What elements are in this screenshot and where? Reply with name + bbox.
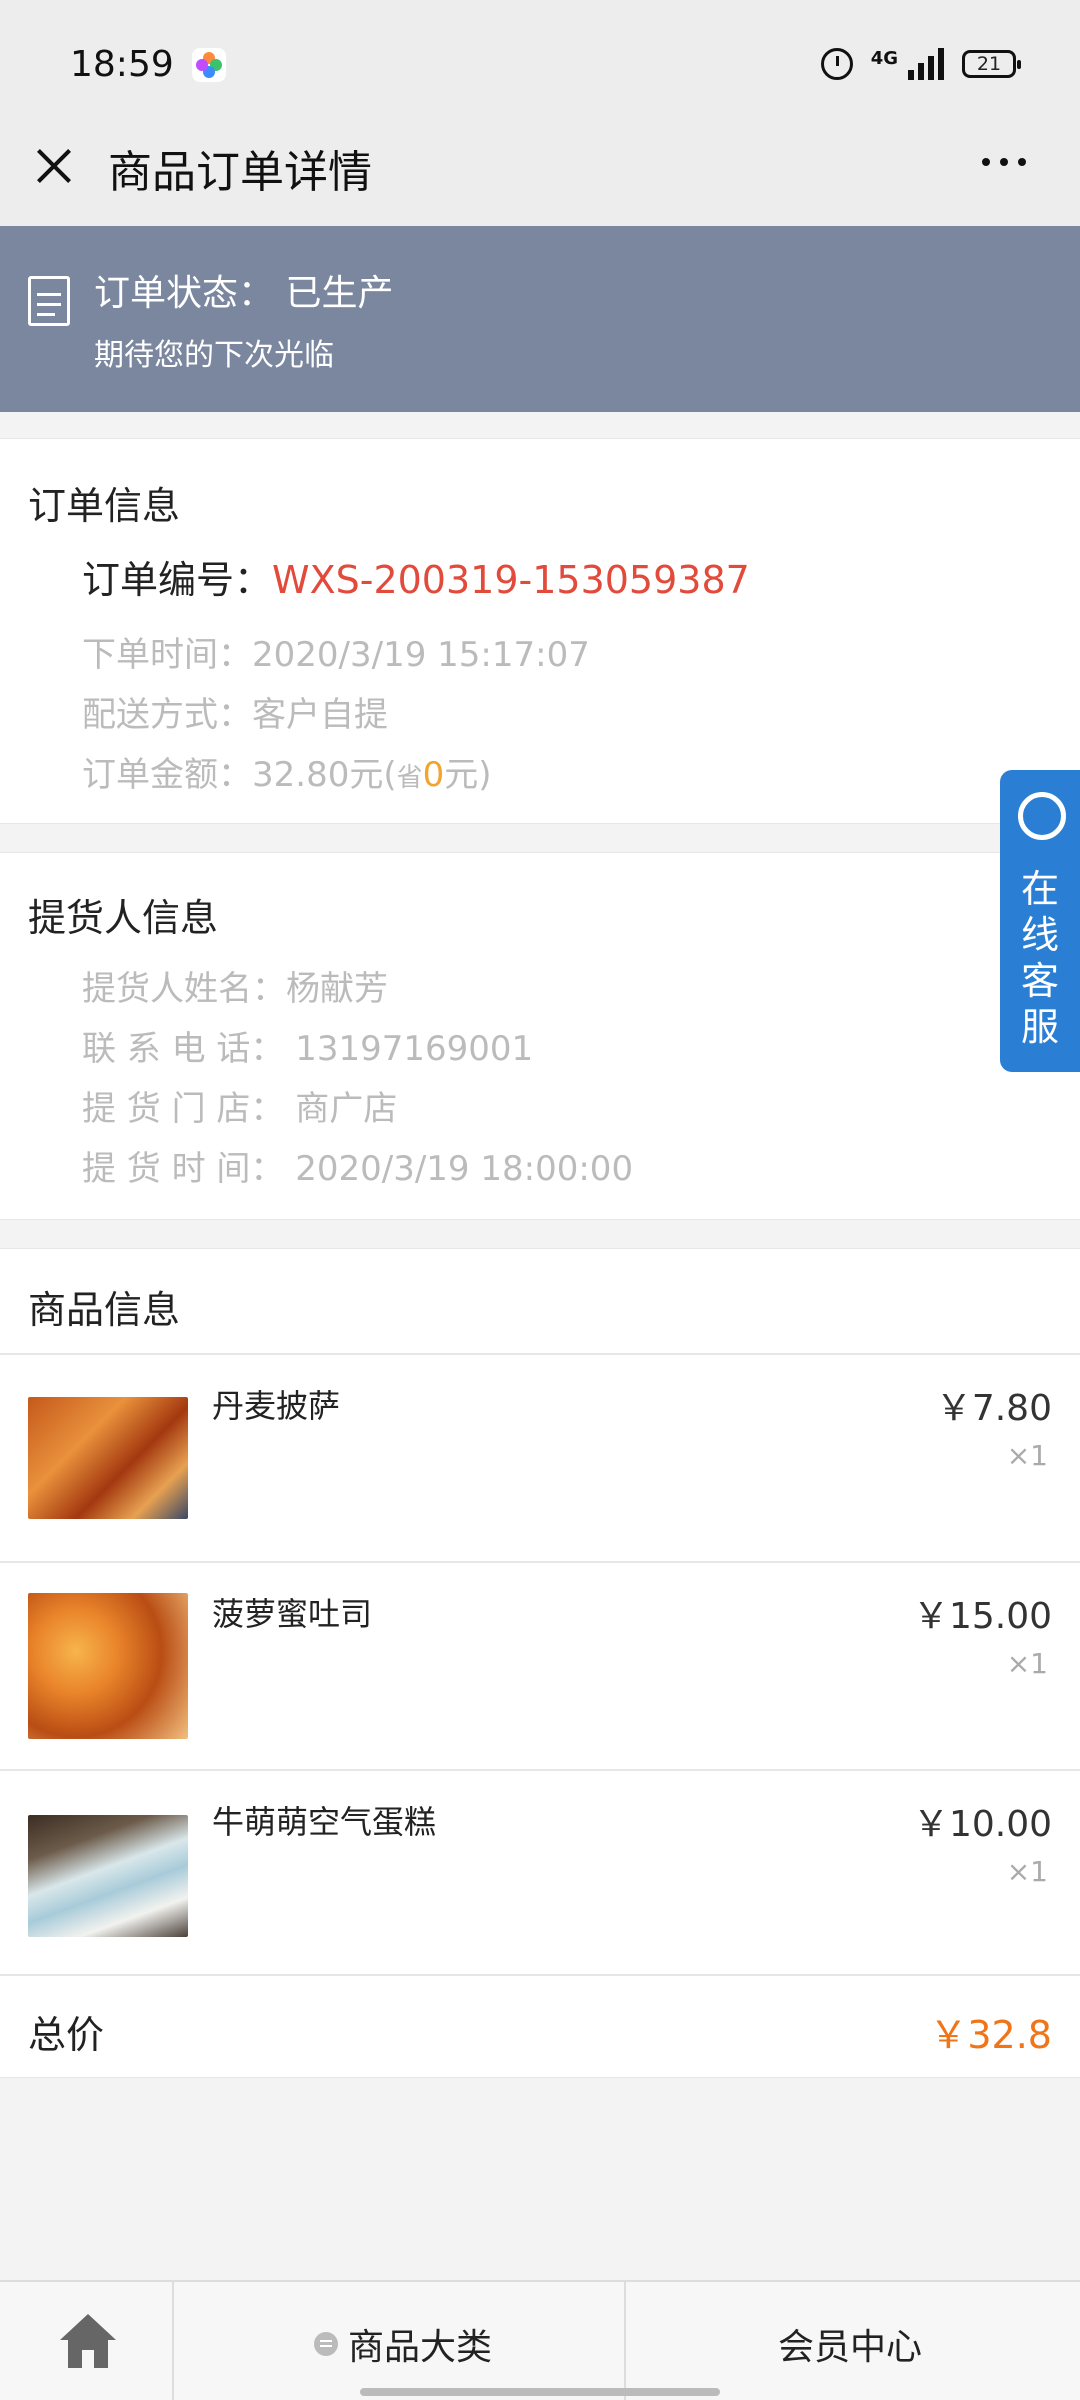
order-info-card: 订单信息 订单编号：WXS-200319-153059387 下单时间：2020… (0, 438, 1080, 824)
product-quantity: ×1 (1006, 1855, 1048, 1888)
order-number-value: WXS-200319-153059387 (272, 558, 750, 602)
more-options-icon[interactable] (982, 158, 1026, 166)
nav-member-label: 会员中心 (778, 2327, 923, 2368)
product-name: 牛萌萌空气蛋糕 (212, 1803, 437, 1841)
nav-home[interactable] (0, 2282, 174, 2400)
product-image (28, 1815, 188, 1937)
order-info-title: 订单信息 (28, 484, 181, 528)
order-amount-text: 订单金额：32.80元( (82, 755, 397, 795)
delivery-method: 配送方式：客户自提 (82, 695, 388, 735)
product-item[interactable]: 丹麦披萨 ￥7.80 ×1 (0, 1353, 1080, 1561)
products-title: 商品信息 (28, 1288, 181, 1332)
order-number-label: 订单编号： (82, 558, 273, 602)
home-icon (58, 2314, 118, 2368)
product-name: 丹麦披萨 (212, 1387, 341, 1425)
battery-icon: 21 (962, 50, 1021, 78)
menu-icon (314, 2332, 338, 2356)
product-image (28, 1593, 188, 1739)
order-time: 下单时间：2020/3/19 15:17:07 (82, 635, 590, 675)
product-item[interactable]: 菠萝蜜吐司 ￥15.00 ×1 (0, 1561, 1080, 1769)
product-price: ￥7.80 (935, 1388, 1052, 1429)
total-bar: 总价 ￥32.8 (0, 1974, 1080, 2078)
pickup-info-card: 提货人信息 提货人姓名：杨献芳 联 系 电 话： 13197169001 提 货… (0, 852, 1080, 1220)
product-item[interactable]: 牛萌萌空气蛋糕 ￥10.00 ×1 (0, 1769, 1080, 1977)
online-service-label: 在线客服 (1020, 867, 1059, 1049)
products-card: 商品信息 丹麦披萨 ￥7.80 ×1 菠萝蜜吐司 ￥15.00 ×1 牛萌萌空气… (0, 1248, 1080, 1974)
saved-amount: 0 (422, 755, 445, 795)
product-price: ￥15.00 (912, 1596, 1052, 1637)
order-number: 订单编号：WXS-200319-153059387 (82, 549, 750, 604)
alarm-icon (820, 48, 853, 80)
order-status-message: 期待您的下次光临 (94, 338, 334, 373)
saved-label: 省 (396, 763, 423, 793)
home-indicator[interactable] (360, 2388, 720, 2396)
pickup-name: 提货人姓名：杨献芳 (82, 969, 388, 1009)
product-image (28, 1397, 188, 1519)
page-title: 商品订单详情 (108, 147, 372, 198)
pickup-info-title: 提货人信息 (28, 896, 219, 940)
headset-icon (1018, 792, 1066, 840)
status-bar: 18:59 4G 21 (0, 0, 1080, 130)
nav-product-categories[interactable]: 商品大类 (174, 2282, 626, 2400)
bottom-nav: 商品大类 会员中心 (0, 2280, 1080, 2400)
total-value: ￥32.8 (929, 2013, 1052, 2057)
order-amount: 订单金额：32.80元(省0元) (82, 747, 492, 796)
pickup-phone[interactable]: 联 系 电 话： 13197169001 (82, 1021, 533, 1070)
status-time: 18:59 (70, 44, 174, 85)
order-status: 订单状态： 已生产 (94, 273, 394, 314)
product-quantity: ×1 (1006, 1439, 1048, 1472)
title-bar: 商品订单详情 (0, 130, 1080, 226)
order-status-banner: 订单状态： 已生产 期待您的下次光临 (0, 226, 1080, 412)
photos-app-icon (192, 48, 226, 82)
close-icon[interactable] (30, 142, 78, 190)
product-price: ￥10.00 (912, 1804, 1052, 1845)
status-icons: 4G 21 (820, 48, 1021, 80)
pickup-store: 提 货 门 店： 商广店 (82, 1089, 398, 1129)
pickup-time: 提 货 时 间： 2020/3/19 18:00:00 (82, 1149, 634, 1189)
nav-member-center[interactable]: 会员中心 (626, 2282, 1080, 2400)
document-icon (28, 276, 70, 326)
saved-suffix: 元) (444, 755, 492, 795)
product-name: 菠萝蜜吐司 (212, 1595, 373, 1633)
total-label: 总价 (28, 2013, 105, 2057)
product-quantity: ×1 (1006, 1647, 1048, 1680)
signal-icon (908, 48, 944, 80)
nav-category-label: 商品大类 (348, 2327, 493, 2368)
online-service-button[interactable]: 在线客服 (1000, 770, 1080, 1072)
network-type: 4G (870, 48, 898, 69)
